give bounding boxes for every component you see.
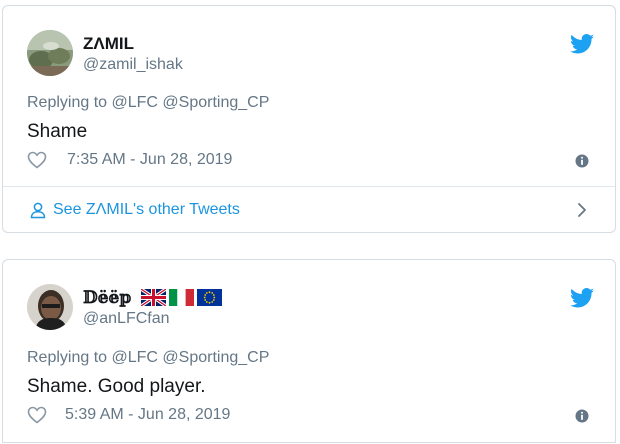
european-union-flag-icon (197, 289, 222, 311)
user-handle[interactable]: @anLFCfan (83, 310, 170, 328)
info-icon[interactable] (575, 409, 589, 423)
display-name[interactable]: 𝔻𝕖̈𝕖̈𝕡 (83, 288, 131, 308)
user-handle[interactable]: @zamil_ishak (83, 56, 183, 74)
reply-prefix: Replying to (27, 349, 108, 366)
reply-context: Replying to @LFC @Sporting_CP (27, 94, 269, 112)
reply-context: Replying to @LFC @Sporting_CP (27, 349, 269, 367)
chevron-right-icon[interactable] (577, 202, 587, 218)
heart-icon[interactable] (27, 151, 47, 169)
tweet-text: Shame. Good player. (27, 376, 206, 397)
twitter-bird-icon[interactable] (570, 34, 594, 54)
avatar[interactable] (27, 30, 73, 76)
tweet-text: Shame (27, 121, 88, 142)
united-kingdom-flag-icon (140, 287, 167, 311)
user-icon (29, 201, 47, 219)
tweet-timestamp[interactable]: 7:35 AM - Jun 28, 2019 (67, 151, 232, 169)
info-icon[interactable] (575, 154, 589, 168)
twitter-bird-icon[interactable] (570, 288, 594, 308)
reply-mentions[interactable]: @LFC @Sporting_CP (112, 94, 270, 111)
see-other-tweets-link[interactable]: See ZΛMIL's other Tweets (29, 201, 240, 219)
italy-flag-icon (169, 289, 194, 311)
display-name[interactable]: ZΛMIL (83, 34, 134, 54)
reply-prefix: Replying to (27, 94, 108, 111)
avatar[interactable] (27, 284, 73, 330)
tweet-timestamp[interactable]: 5:39 AM - Jun 28, 2019 (65, 406, 230, 424)
see-other-tweets-label[interactable]: See ZΛMIL's other Tweets (53, 201, 240, 219)
reply-mentions[interactable]: @LFC @Sporting_CP (112, 349, 270, 366)
tweet-card[interactable]: ZΛMIL @zamil_ishak Replying to @LFC @Spo… (2, 5, 616, 233)
divider (3, 186, 615, 187)
tweet-card[interactable]: 𝔻𝕖̈𝕖̈𝕡 @anLFCfan Replying to @LFC @Sport… (2, 259, 616, 443)
flag-emojis (140, 287, 222, 311)
heart-icon[interactable] (27, 406, 47, 424)
